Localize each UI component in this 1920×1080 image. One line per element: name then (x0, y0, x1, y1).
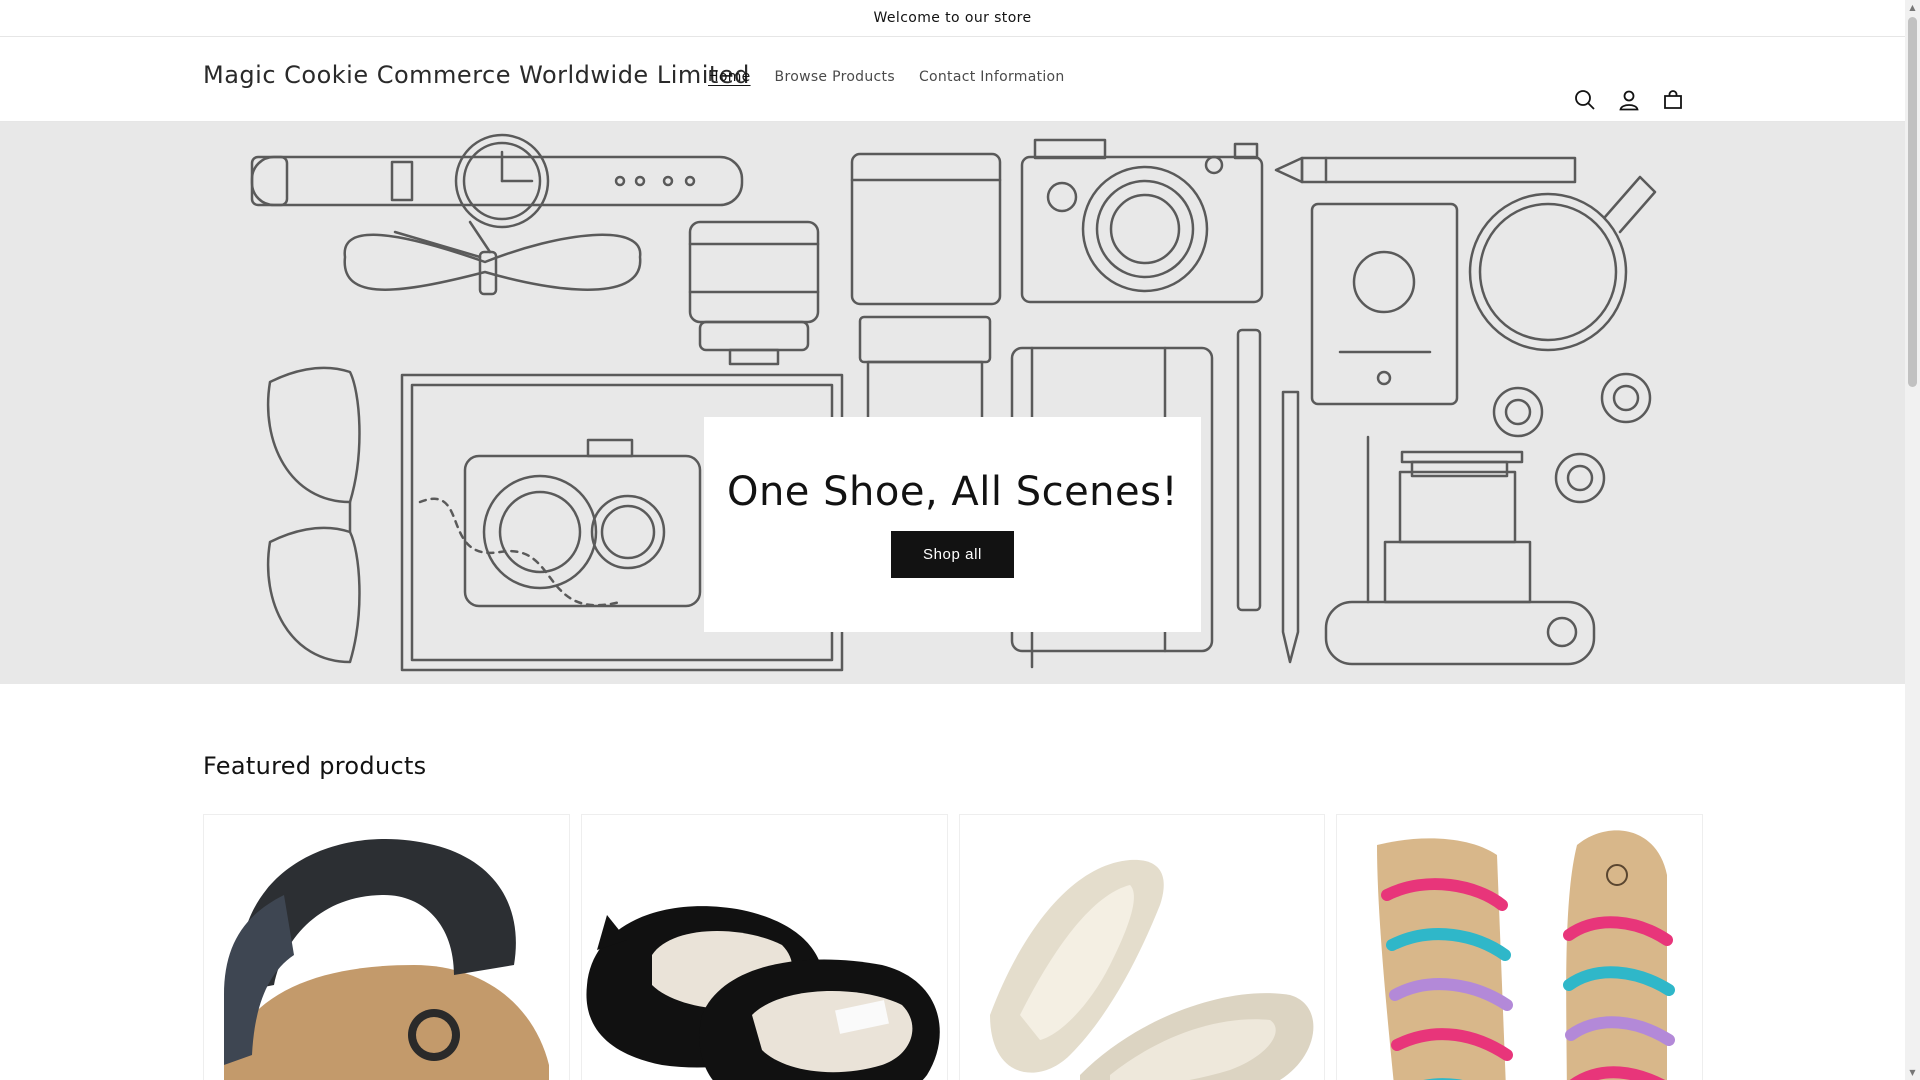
lens-illustration (688, 220, 820, 366)
search-icon (1575, 90, 1595, 110)
product-card[interactable] (1336, 814, 1703, 1080)
cart-button[interactable] (1656, 83, 1690, 117)
bowtie-illustration (343, 220, 642, 296)
mug-illustration (1468, 175, 1657, 352)
search-button[interactable] (1568, 83, 1602, 117)
black-strap-cork-sandal-image (204, 815, 569, 1080)
scroll-thumb[interactable] (1908, 17, 1917, 387)
page: Welcome to our store Magic Cookie Commer… (0, 0, 1905, 1080)
beige-knit-flats-image (959, 815, 1325, 1080)
pencil-illustration (1274, 156, 1577, 184)
store-logo[interactable]: Magic Cookie Commerce Worldwide Limited (203, 61, 750, 89)
main-nav: Home Browse Products Contact Information (696, 69, 1077, 85)
black-cat-slippers-image (581, 815, 947, 1080)
shop-all-button[interactable]: Shop all (891, 531, 1014, 578)
account-button[interactable] (1612, 83, 1646, 117)
cart-icon (1664, 90, 1682, 109)
site-header: Magic Cookie Commerce Worldwide Limited … (0, 37, 1905, 122)
rainbow-gladiator-sandals-image (1337, 815, 1703, 1080)
scroll-down-arrow-icon[interactable]: ▼ (1905, 1065, 1920, 1080)
nav-home[interactable]: Home (696, 69, 763, 85)
nav-browse-products[interactable]: Browse Products (763, 69, 907, 85)
vertical-scrollbar[interactable]: ▲ ▼ (1905, 0, 1920, 1080)
featured-products-grid (203, 814, 1703, 1080)
camera-illustration (1020, 138, 1264, 304)
watch-illustration (250, 133, 744, 229)
vintage-camera-illustration (463, 438, 702, 608)
nav-contact-information[interactable]: Contact Information (907, 69, 1077, 85)
sunglasses-illustration (266, 366, 361, 664)
account-icon (1619, 90, 1639, 111)
passport-illustration (1310, 202, 1459, 406)
product-card[interactable] (958, 814, 1326, 1080)
hero-banner: One Shoe, All Scenes! Shop all (0, 122, 1905, 684)
pen-illustration (1236, 328, 1300, 664)
scroll-up-arrow-icon[interactable]: ▲ (1905, 0, 1920, 15)
product-card[interactable] (580, 814, 948, 1080)
product-card[interactable] (203, 814, 570, 1080)
announcement-text: Welcome to our store (873, 10, 1032, 26)
announcement-bar: Welcome to our store (0, 0, 1905, 37)
featured-products-heading: Featured products (203, 752, 427, 780)
telephoto-lens-illustration (850, 152, 1002, 464)
hero-content-box: One Shoe, All Scenes! Shop all (704, 417, 1201, 632)
hero-title: One Shoe, All Scenes! (726, 469, 1179, 515)
film-rolls-illustration (1492, 372, 1652, 504)
projector-illustration (1324, 435, 1596, 666)
